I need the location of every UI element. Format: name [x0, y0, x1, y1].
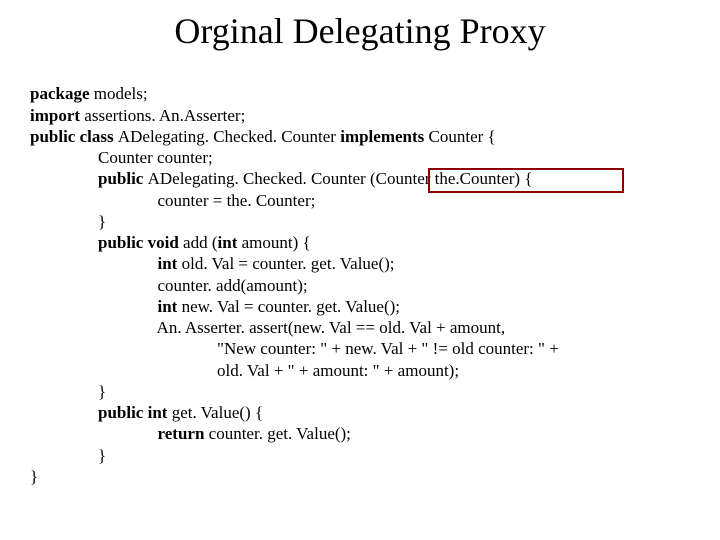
kw-int: int: [30, 254, 177, 273]
code-text: }: [30, 212, 106, 231]
code-text: get. Value() {: [172, 403, 263, 422]
kw-import: import: [30, 106, 80, 125]
kw-package: package: [30, 84, 90, 103]
slide-title: Orginal Delegating Proxy: [30, 10, 690, 52]
kw-public-class: public class: [30, 127, 118, 146]
code-text: counter. add(amount);: [30, 276, 308, 295]
kw-public-void: public void: [30, 233, 183, 252]
code-text: An. Asserter. assert(new. Val == old. Va…: [30, 318, 505, 337]
code-text: models;: [90, 84, 148, 103]
kw-int: int: [218, 233, 238, 252]
kw-return: return: [30, 424, 204, 443]
code-text: }: [30, 446, 106, 465]
code-text: counter = the. Counter;: [30, 191, 315, 210]
kw-public-int: public int: [30, 403, 172, 422]
code-text: Counter counter;: [30, 148, 213, 167]
code-text: }: [30, 382, 106, 401]
code-text: "New counter: " + new. Val + " != old co…: [30, 339, 559, 358]
kw-public: public: [30, 169, 148, 188]
code-block: package models; import assertions. An.As…: [30, 62, 690, 487]
code-text: ADelegating. Checked. Counter: [148, 169, 370, 188]
code-text: old. Val = counter. get. Value();: [177, 254, 394, 273]
kw-implements: implements: [340, 127, 424, 146]
code-text: assertions. An.Asserter;: [80, 106, 245, 125]
code-text: }: [30, 467, 38, 486]
code-text: ADelegating. Checked. Counter: [118, 127, 340, 146]
code-text: Counter {: [424, 127, 495, 146]
code-text: amount) {: [237, 233, 310, 252]
code-text: add (: [183, 233, 217, 252]
code-text: counter. get. Value();: [204, 424, 351, 443]
code-text: old. Val + " + amount: " + amount);: [30, 361, 459, 380]
kw-int: int: [30, 297, 177, 316]
code-text: new. Val = counter. get. Value();: [177, 297, 400, 316]
code-text: (Counter the.Counter) {: [370, 169, 533, 188]
